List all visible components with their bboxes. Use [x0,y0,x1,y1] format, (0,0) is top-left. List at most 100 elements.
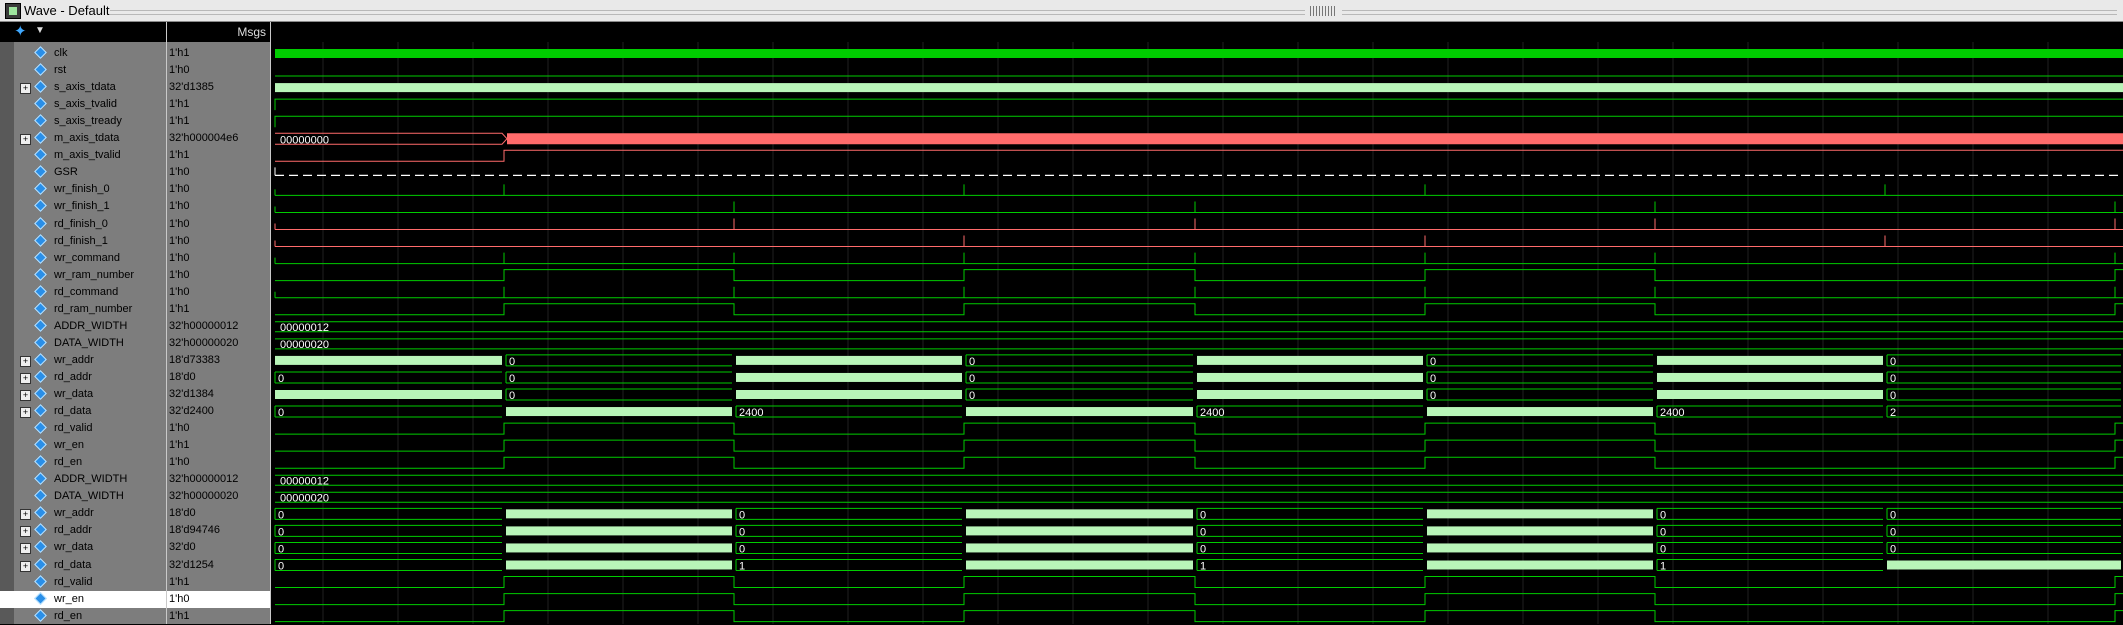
signal-value: 1'h1 [169,439,190,452]
expand-toggle-icon[interactable]: + [20,83,31,95]
waveform-trace[interactable] [275,456,2123,469]
bus-segment-fill [736,355,962,365]
signal-row[interactable]: + m_axis_tdata [0,130,166,147]
expand-toggle-icon[interactable]: + [20,560,31,572]
bus-segment [1656,541,1883,554]
bus-segment [1886,524,2121,537]
signal-row[interactable]: rd_ram_number [0,301,166,318]
signal-row[interactable]: wr_finish_1 [0,198,166,215]
waveform-trace[interactable] [275,576,2123,589]
signal-row[interactable]: wr_command [0,250,166,267]
chevron-down-icon[interactable]: ▼ [35,25,45,36]
waveform-trace[interactable]: 0 0 0 0 [275,354,2121,368]
signal-row[interactable]: ADDR_WIDTH [0,318,166,335]
waveform-trace[interactable] [274,235,2123,248]
signal-row[interactable]: s_axis_tready [0,113,166,130]
waveform-trace[interactable] [275,303,2123,316]
waveform-trace[interactable]: 0 2400 2400 2400 2 [274,405,2121,419]
signal-row[interactable]: wr_finish_0 [0,181,166,198]
signal-row[interactable]: wr_en [0,437,166,454]
signal-row[interactable]: DATA_WIDTH [0,488,166,505]
waveform-trace[interactable]: 0 0 0 0 0 [274,541,2121,555]
waveform-trace[interactable] [274,98,2123,111]
waveform-trace[interactable] [275,439,2123,452]
signal-row[interactable]: wr_ram_number [0,267,166,284]
signal-row[interactable]: rd_valid [0,420,166,437]
waveform-trace[interactable] [274,201,2123,213]
expand-toggle-icon[interactable]: + [20,509,31,521]
waveform-trace[interactable] [274,115,2123,128]
expand-toggle-icon[interactable]: + [20,407,31,419]
waveform-trace[interactable] [275,610,2123,623]
waveform-trace[interactable] [274,286,2123,299]
signal-row[interactable]: rd_en [0,608,166,625]
bus-value-label: 0 [1890,509,1896,521]
signal-row[interactable]: clk [0,45,166,62]
signal-row[interactable]: + rd_addr [0,522,166,539]
signal-value: 1'h0 [169,251,190,264]
waveform-trace[interactable]: 00000000 [275,132,2123,146]
waveform-trace[interactable] [275,49,2123,58]
waveform-trace[interactable]: 0 0 0 0 0 [274,507,2121,521]
bus-value-label: 00000020 [280,492,329,504]
signal-value-pane[interactable]: 1'h1 1'h0 32'd1385 1'h1 1'h1 32'h000004e6 1'h1… [167,42,270,624]
signal-diamond-icon [34,404,47,417]
waveform-trace[interactable]: 00000020 [275,491,2123,504]
waveform-trace[interactable]: 00000020 [275,338,2123,351]
waveform-trace[interactable]: 0 1 1 1 [274,559,2121,573]
bus-segment-fill [966,509,1193,519]
signal-value: 18'd73383 [169,353,221,366]
signal-row[interactable]: rd_finish_1 [0,233,166,250]
signal-row[interactable]: + wr_data [0,539,166,556]
signal-row[interactable]: + wr_data [0,386,166,403]
signal-row[interactable]: + rd_data [0,403,166,420]
drag-grip[interactable] [1310,6,1336,16]
pane-divider[interactable] [166,22,167,624]
signal-row[interactable]: s_axis_tvalid [0,96,166,113]
waveform-pane[interactable]: 0000000000000012000000200 0 0 00 0 0 0 00 0 0 00 24… [271,22,2123,624]
expand-toggle-icon[interactable]: + [20,390,31,401]
waveform-trace[interactable] [275,149,2123,162]
waveform-trace[interactable] [275,83,2123,93]
waveform-trace[interactable] [274,252,2123,265]
expand-toggle-icon[interactable]: + [20,526,31,538]
signal-row[interactable]: wr_en [0,590,166,608]
waveform-trace[interactable]: 0 0 0 0 0 [274,371,2121,385]
waveform-trace[interactable] [274,184,2123,196]
expand-toggle-icon[interactable]: + [20,543,31,555]
signal-row[interactable]: rd_en [0,454,166,471]
signal-row[interactable]: rd_valid [0,574,166,591]
waveform-trace[interactable] [275,422,2123,435]
expand-toggle-icon[interactable]: + [20,355,31,367]
waveform-trace[interactable]: 0 0 0 0 0 [274,524,2121,538]
signal-row[interactable]: + wr_addr [0,352,166,369]
waveform-trace[interactable] [274,218,2123,230]
bus-segment [1196,541,1423,554]
window-title: Wave - Default [24,3,110,18]
signal-row[interactable]: + rd_addr [0,369,166,386]
signal-row[interactable]: DATA_WIDTH [0,335,166,352]
signal-row[interactable]: ADDR_WIDTH [0,471,166,488]
waveform-trace[interactable]: 00000012 [275,474,2123,487]
signal-name: wr_en [54,592,84,605]
signal-row[interactable]: rd_command [0,284,166,301]
expand-toggle-icon[interactable]: + [20,134,31,146]
signal-diamond-icon [34,608,47,622]
signal-row[interactable]: + rd_data [0,557,166,574]
signal-value: 1'h0 [169,200,190,213]
signal-row[interactable]: + s_axis_tdata [0,79,166,96]
waveform-trace[interactable] [275,269,2123,282]
signal-name-pane[interactable]: clk rst + s_axis_tdata s_axis_tvalid s_axis_t… [0,42,166,624]
waveform-trace[interactable]: 0 0 0 0 [275,388,2121,402]
signal-row[interactable]: m_axis_tvalid [0,147,166,164]
signal-row[interactable]: + wr_addr [0,505,166,522]
cursor-tool-icon[interactable]: ✦ [14,24,34,40]
waveform-trace[interactable] [275,593,2123,606]
signal-row[interactable]: rst [0,62,166,79]
signal-row[interactable]: GSR [0,164,166,181]
waveform-trace[interactable]: 00000012 [275,321,2123,334]
waveform-trace[interactable] [274,167,2123,176]
signal-value: 1'h1 [169,47,190,59]
expand-toggle-icon[interactable]: + [20,372,31,384]
signal-row[interactable]: rd_finish_0 [0,216,166,233]
